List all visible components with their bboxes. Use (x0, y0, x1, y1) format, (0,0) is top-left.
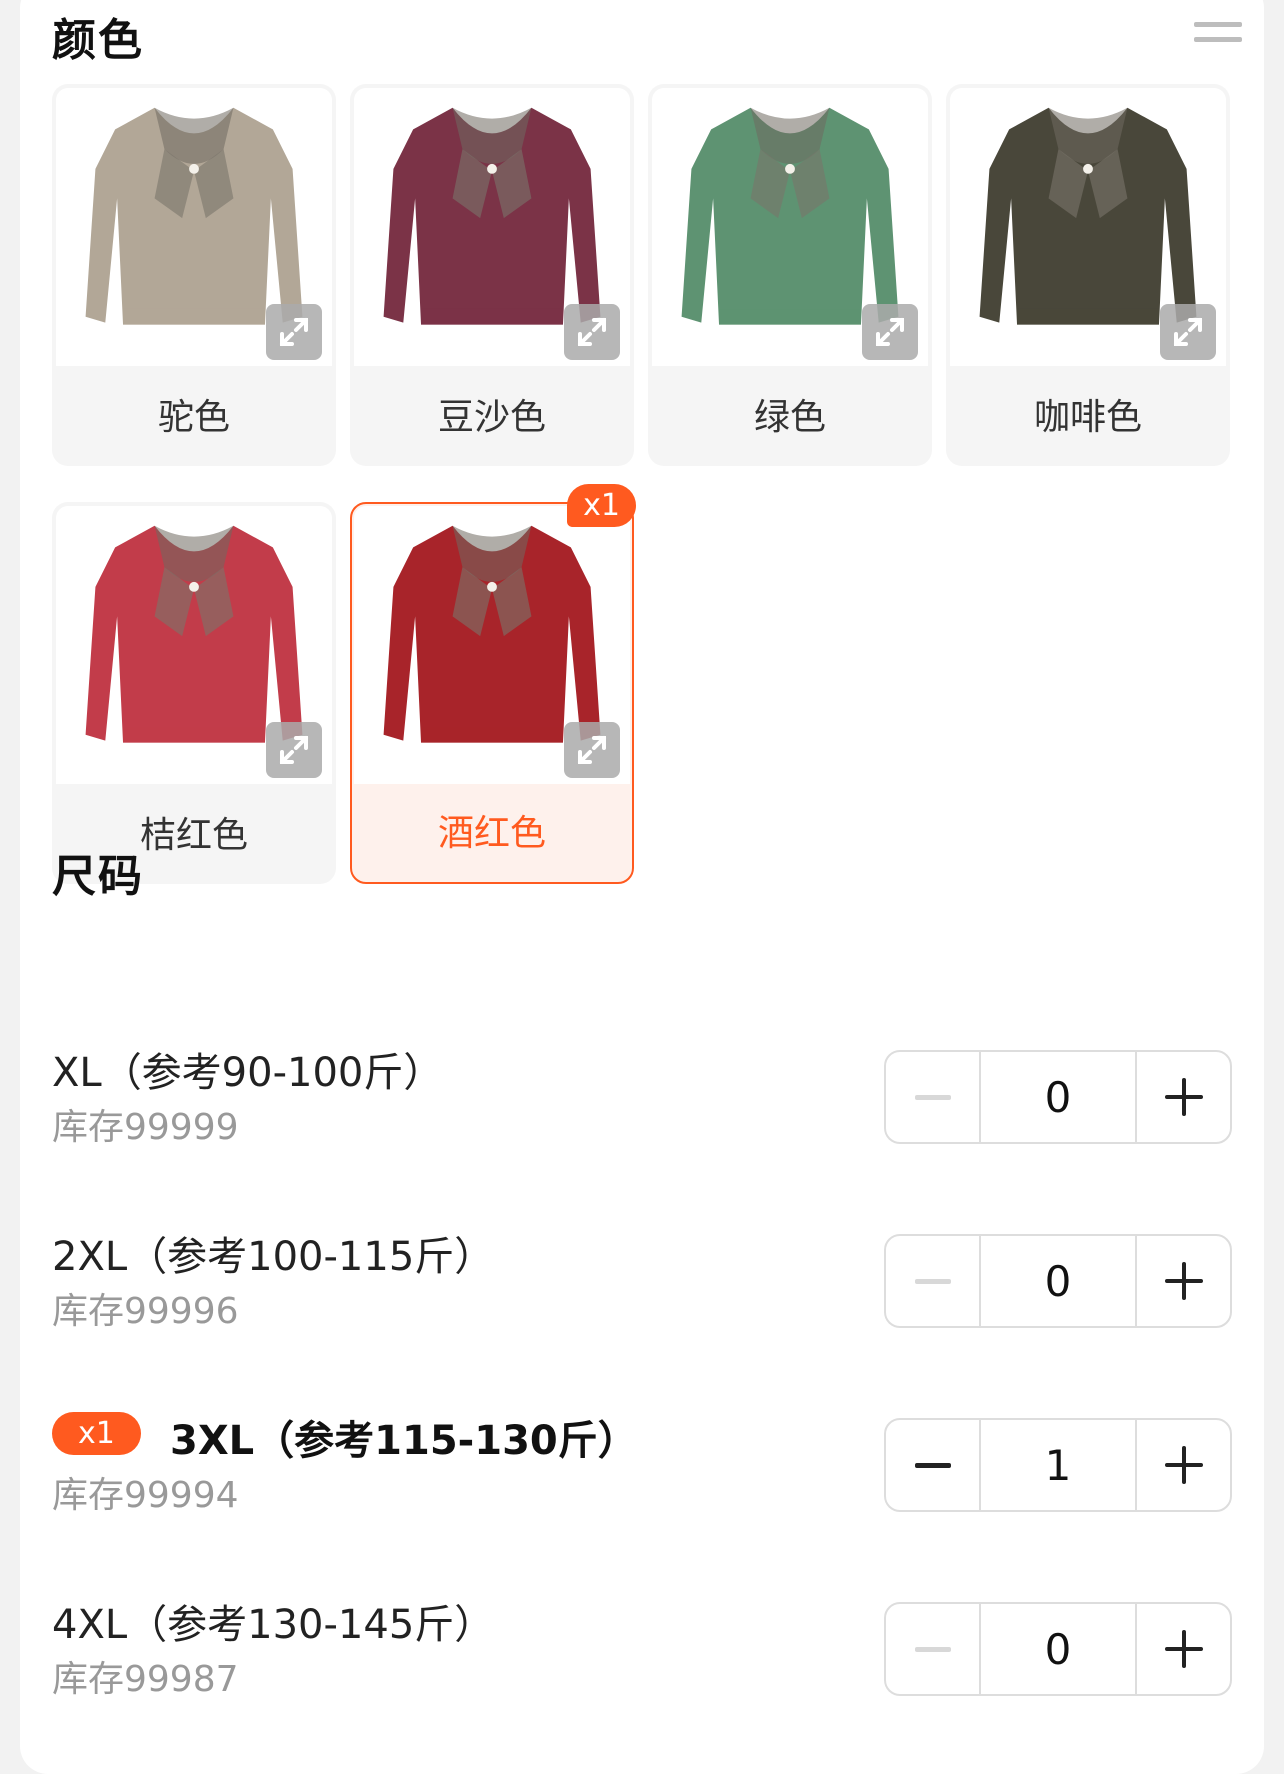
decrement-button[interactable] (886, 1420, 981, 1510)
color-option-label: 驼色 (157, 397, 230, 438)
sweater-image (652, 88, 928, 366)
color-option-label: 绿色 (753, 397, 826, 438)
plus-icon (1164, 1078, 1203, 1116)
plus-icon (1164, 1262, 1203, 1300)
quantity-stepper: 0 (884, 1234, 1232, 1328)
quantity-stepper: 1 (884, 1418, 1232, 1512)
color-option-label: 酒红色 (437, 813, 546, 854)
expand-icon[interactable] (266, 722, 322, 778)
expand-icon[interactable] (266, 304, 322, 360)
menu-icon[interactable] (1194, 22, 1242, 46)
quantity-value[interactable]: 0 (981, 1052, 1135, 1142)
color-option[interactable]: 桔红色 (52, 502, 336, 884)
size-name: 4XL（参考130-145斤） (52, 1602, 495, 1648)
sweater-image (354, 88, 630, 366)
color-option[interactable]: 酒红色 x1 (350, 484, 636, 884)
quantity-badge: x1 (567, 484, 636, 527)
quantity-value[interactable]: 0 (981, 1604, 1135, 1694)
color-option[interactable]: 绿色 (648, 84, 932, 466)
minus-icon (914, 1278, 951, 1284)
color-option[interactable]: 咖啡色 (946, 84, 1230, 466)
size-name: 3XL（参考115-130斤） (170, 1418, 638, 1464)
quantity-stepper: 0 (884, 1602, 1232, 1696)
increment-button[interactable] (1135, 1604, 1230, 1694)
sweater-image (56, 88, 332, 366)
plus-icon (1164, 1446, 1203, 1484)
decrement-button[interactable] (886, 1052, 981, 1142)
expand-icon[interactable] (1160, 304, 1216, 360)
minus-icon (914, 1646, 951, 1652)
color-section-title: 颜色 (52, 15, 144, 66)
color-option-label: 咖啡色 (1033, 397, 1142, 438)
color-option[interactable]: 豆沙色 (350, 84, 634, 466)
minus-icon (914, 1094, 951, 1100)
quantity-value[interactable]: 1 (981, 1420, 1135, 1510)
sweater-image (950, 88, 1226, 366)
decrement-button[interactable] (886, 1236, 981, 1326)
increment-button[interactable] (1135, 1420, 1230, 1510)
plus-icon (1164, 1630, 1203, 1668)
stock-count: 库存99994 (52, 1475, 239, 1516)
color-option-label: 豆沙色 (437, 397, 546, 438)
increment-button[interactable] (1135, 1052, 1230, 1142)
size-quantity-badge: x1 (52, 1412, 141, 1455)
quantity-stepper: 0 (884, 1050, 1232, 1144)
stock-count: 库存99987 (52, 1659, 239, 1700)
stock-count: 库存99996 (52, 1291, 239, 1332)
stock-count: 库存99999 (52, 1107, 239, 1148)
decrement-button[interactable] (886, 1604, 981, 1694)
size-name: XL（参考90-100斤） (52, 1050, 444, 1096)
sweater-image (56, 506, 332, 784)
minus-icon (914, 1462, 951, 1468)
size-section-title: 尺码 (52, 851, 144, 902)
sweater-image (354, 506, 630, 784)
expand-icon[interactable] (862, 304, 918, 360)
color-option[interactable]: 驼色 (52, 84, 336, 466)
expand-icon[interactable] (564, 304, 620, 360)
increment-button[interactable] (1135, 1236, 1230, 1326)
size-name: 2XL（参考100-115斤） (52, 1234, 495, 1280)
expand-icon[interactable] (564, 722, 620, 778)
quantity-value[interactable]: 0 (981, 1236, 1135, 1326)
